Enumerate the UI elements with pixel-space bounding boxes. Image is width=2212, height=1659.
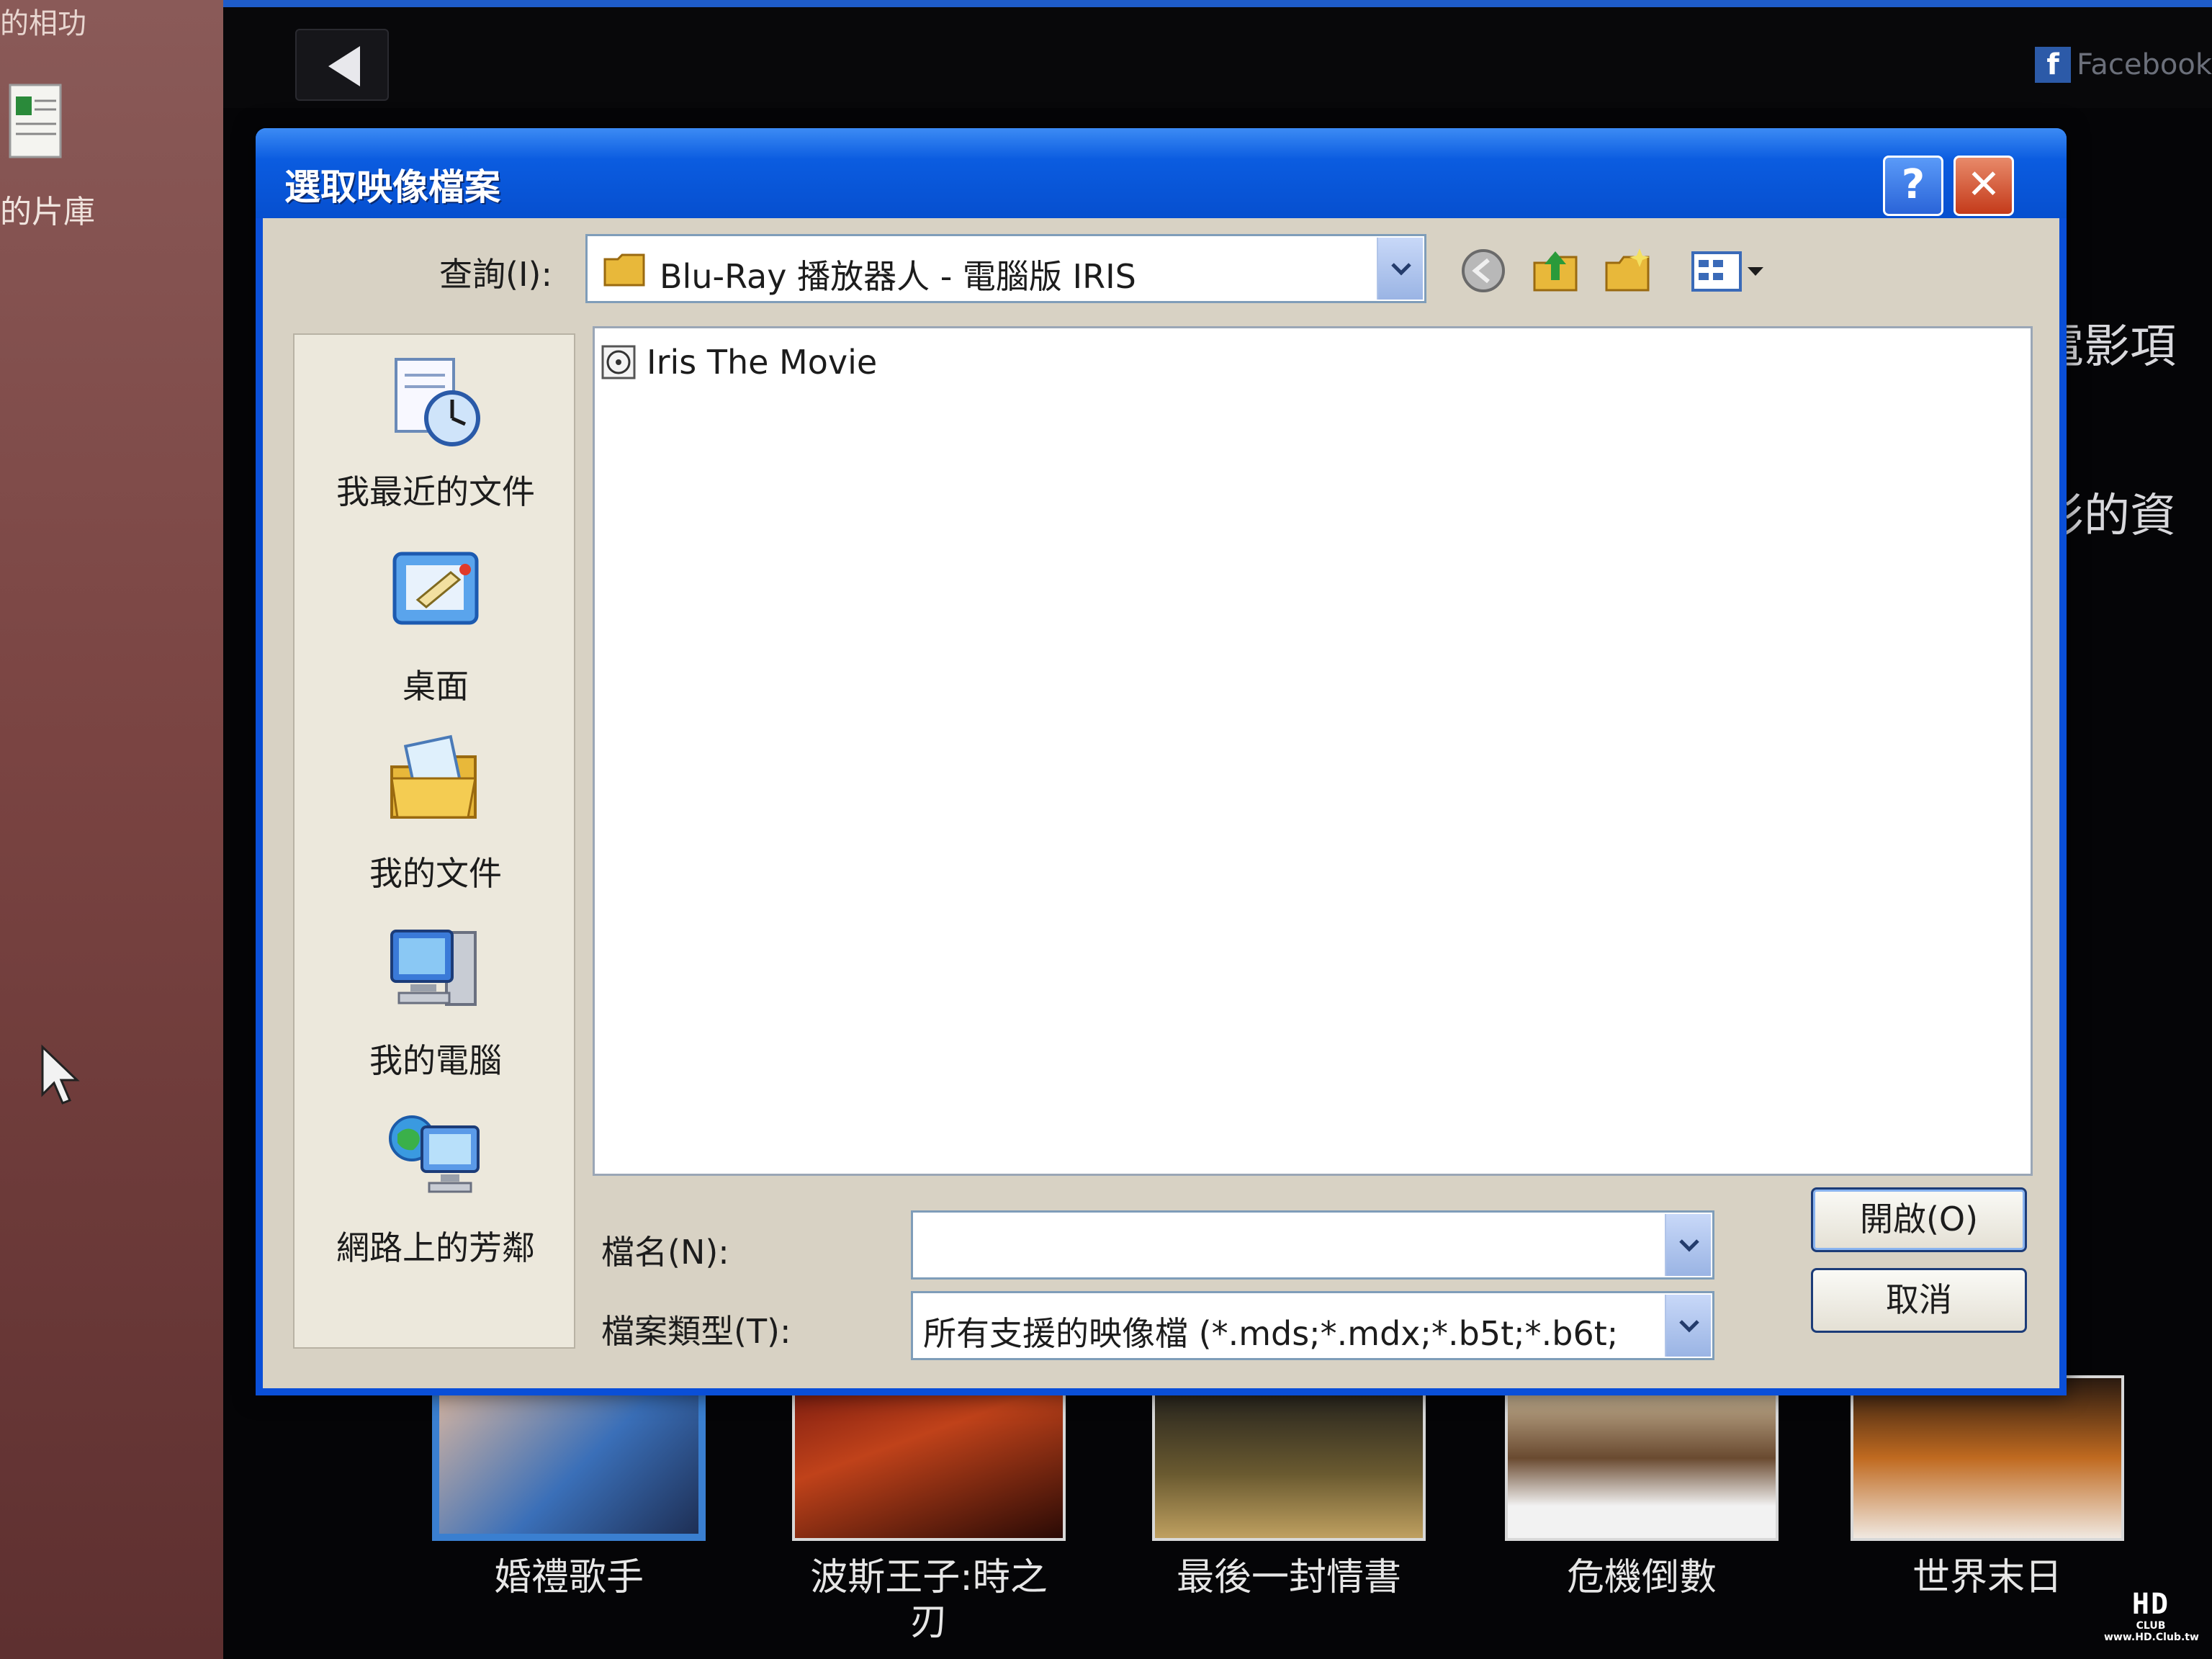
- file-type-select[interactable]: 所有支援的映像檔 (*.mds;*.mdx;*.b5t;*.b6t;: [911, 1291, 1714, 1360]
- place-label: 我的電腦: [369, 1041, 502, 1080]
- place-label: 網路上的芳鄰: [336, 1228, 535, 1267]
- facebook-link-text: Facebook: [2077, 48, 2212, 81]
- file-type-dropdown-arrow[interactable]: [1665, 1295, 1711, 1357]
- my-documents-icon: [390, 734, 477, 819]
- movie-title: 危機倒數: [1566, 1556, 1717, 1599]
- chevron-down-icon: [1679, 1239, 1699, 1252]
- recent-documents-icon: [395, 358, 480, 446]
- disc-image-file-icon: [601, 345, 636, 379]
- file-name-dropdown-arrow[interactable]: [1665, 1214, 1711, 1276]
- back-arrow-icon: [328, 46, 360, 86]
- file-type-value: 所有支援的映像檔 (*.mds;*.mdx;*.b5t;*.b6t;: [923, 1314, 1619, 1353]
- network-places-icon: [389, 1115, 480, 1193]
- movie-poster[interactable]: [432, 1375, 706, 1541]
- desktop-icon: [392, 552, 479, 625]
- look-in-label: 查詢(I):: [439, 255, 552, 294]
- movie-title: 婚禮歌手: [493, 1556, 644, 1599]
- dialog-title-bar[interactable]: 選取映像檔案 ? ✕: [256, 128, 2067, 218]
- places-bar: 我最近的文件 桌面 我的文件 我的電腦 網路上的芳鄰: [293, 333, 575, 1349]
- up-one-level-icon[interactable]: [1530, 246, 1581, 296]
- file-name-input[interactable]: [911, 1210, 1714, 1280]
- my-computer-icon: [390, 930, 477, 1006]
- movie-poster[interactable]: [1851, 1375, 2124, 1541]
- file-type-label: 檔案類型(T):: [601, 1312, 791, 1351]
- open-button[interactable]: 開啟(O): [1811, 1187, 2027, 1252]
- logo-url: www.HD.Club.tw: [2104, 1632, 2199, 1643]
- mouse-cursor-icon: [41, 1044, 80, 1105]
- spreadsheet-file-icon[interactable]: [6, 79, 71, 166]
- help-button[interactable]: ?: [1883, 156, 1943, 216]
- chevron-down-icon: [1679, 1320, 1699, 1333]
- movie-tile[interactable]: 婚禮歌手: [432, 1375, 706, 1600]
- file-name: Iris The Movie: [647, 343, 878, 382]
- logo-text-big: HD: [2131, 1588, 2170, 1621]
- movie-tile[interactable]: 危機倒數: [1505, 1375, 1779, 1600]
- place-label: 我最近的文件: [336, 472, 535, 511]
- look-in-value: Blu-Ray 播放器人 - 電腦版 IRIS: [660, 257, 1136, 296]
- logo-text-small: CLUB: [2136, 1620, 2166, 1632]
- place-my-computer[interactable]: 我的電腦: [295, 918, 577, 1082]
- desktop-background: 的相功 的片庫: [0, 0, 223, 1659]
- place-desktop[interactable]: 桌面: [295, 544, 577, 708]
- place-my-recent-documents[interactable]: 我最近的文件: [295, 349, 577, 513]
- movie-title: 波斯王子:時之刃: [810, 1556, 1048, 1645]
- look-in-dropdown[interactable]: Blu-Ray 播放器人 - 電腦版 IRIS: [585, 234, 1426, 303]
- desktop-shortcut-label-top: 的相功: [0, 7, 86, 40]
- place-label: 桌面: [403, 667, 469, 706]
- dialog-title: 選取映像檔案: [284, 166, 500, 208]
- file-list-view[interactable]: Iris The Movie: [593, 326, 2033, 1176]
- cancel-button[interactable]: 取消: [1811, 1268, 2027, 1333]
- movie-tile[interactable]: 世界末日: [1851, 1375, 2124, 1600]
- open-image-file-dialog: 選取映像檔案 ? ✕ 查詢(I): Blu-Ray 播放器人 - 電腦版 IRI…: [256, 128, 2067, 1395]
- movie-poster[interactable]: [1505, 1375, 1779, 1541]
- hdclub-watermark-logo: HD CLUB www.HD.Club.tw: [2104, 1588, 2199, 1653]
- facebook-link[interactable]: f Facebook: [2035, 43, 2212, 86]
- look-in-dropdown-arrow[interactable]: [1377, 238, 1423, 300]
- file-name-label: 檔名(N):: [601, 1233, 729, 1272]
- close-button[interactable]: ✕: [1954, 156, 2014, 216]
- movie-tile[interactable]: 最後一封情書: [1152, 1375, 1426, 1600]
- dialog-body: 查詢(I): Blu-Ray 播放器人 - 電腦版 IRIS 我最近的文件 桌面…: [263, 218, 2059, 1388]
- movie-title: 世界末日: [1912, 1556, 2062, 1599]
- place-network-places[interactable]: 網路上的芳鄰: [295, 1105, 577, 1269]
- desktop-shortcut-label[interactable]: 的片庫: [0, 186, 95, 232]
- chevron-down-icon: [1391, 263, 1411, 276]
- app-top-bar: f Facebook: [223, 0, 2212, 108]
- movie-poster[interactable]: [792, 1375, 1066, 1541]
- view-menu-icon[interactable]: [1689, 246, 1768, 296]
- facebook-icon: f: [2035, 47, 2072, 83]
- back-navigation-icon[interactable]: [1458, 246, 1509, 296]
- new-folder-icon[interactable]: [1602, 246, 1653, 296]
- folder-icon: [603, 253, 645, 287]
- movie-tile[interactable]: 波斯王子:時之刃: [792, 1375, 1066, 1645]
- file-list-item[interactable]: Iris The Movie: [601, 343, 877, 382]
- place-label: 我的文件: [369, 854, 502, 893]
- movie-poster[interactable]: [1152, 1375, 1426, 1541]
- place-my-documents[interactable]: 我的文件: [295, 731, 577, 895]
- app-back-button[interactable]: [295, 29, 389, 101]
- movie-title: 最後一封情書: [1176, 1556, 1401, 1599]
